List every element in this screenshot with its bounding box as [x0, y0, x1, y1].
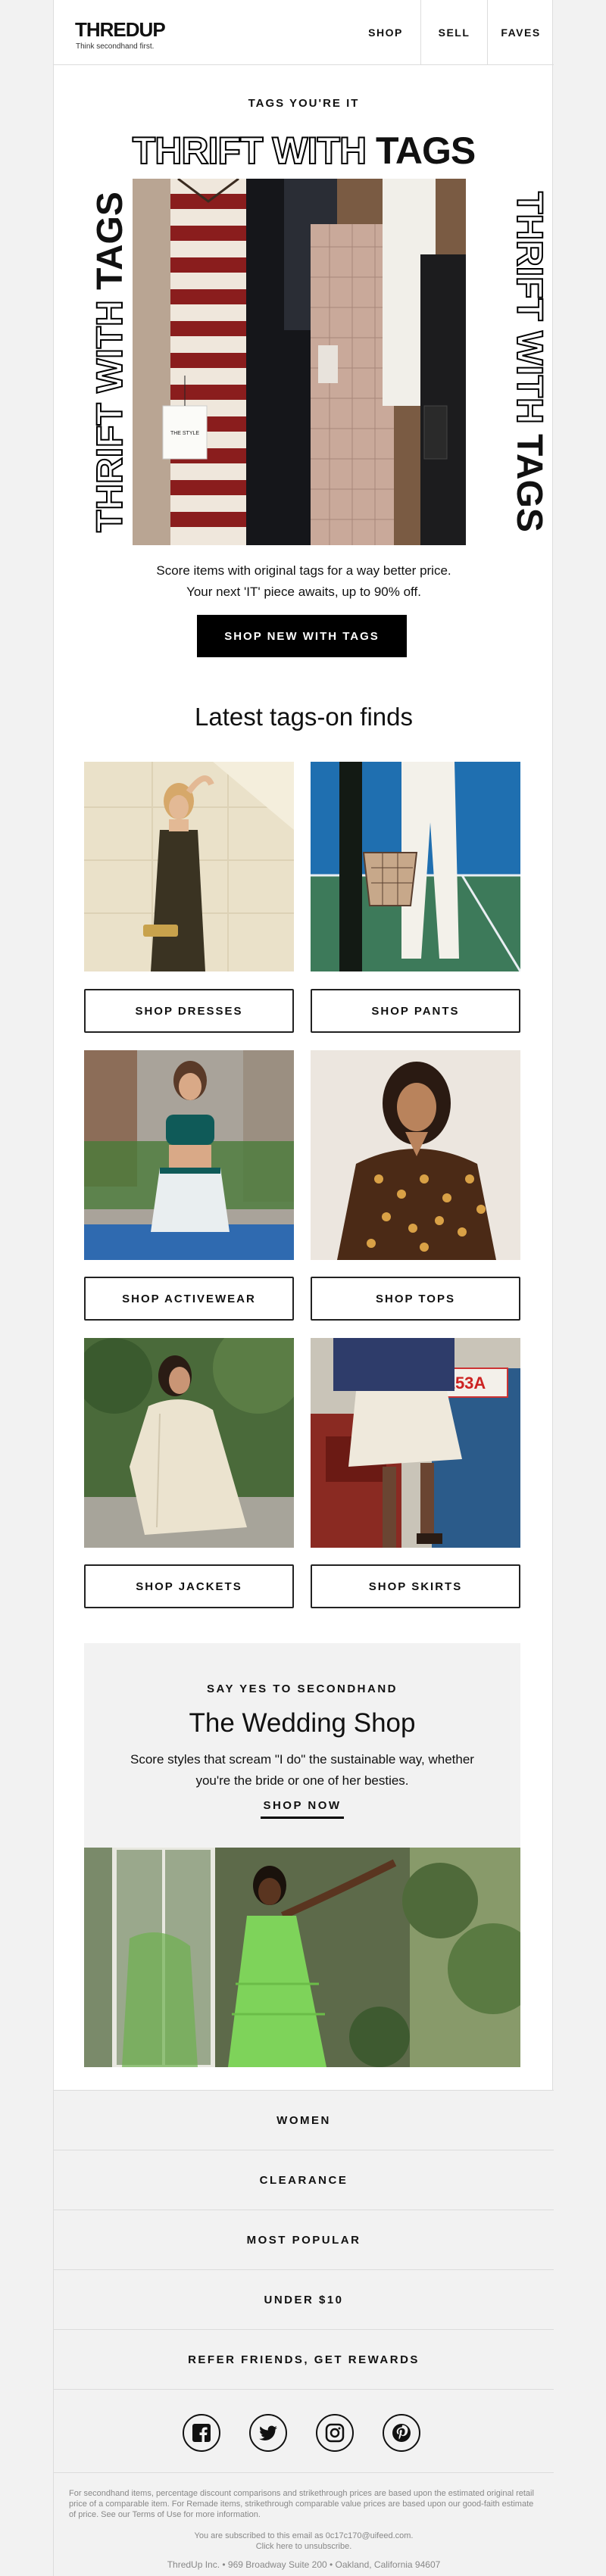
hero-side-text-left: THRIFT WITH TAGS: [89, 192, 131, 533]
footer-link-most-popular[interactable]: MOST POPULAR: [54, 2210, 554, 2269]
dresses-photo[interactable]: [84, 762, 294, 971]
subscribed-text: You are subscribed to this email as 0c17…: [194, 2531, 414, 2540]
tagline: Think secondhand first.: [76, 42, 155, 51]
shop-tops-button[interactable]: SHOP TOPS: [311, 1277, 520, 1321]
jackets-photo[interactable]: [84, 1338, 294, 1548]
shop-pants-button[interactable]: SHOP PANTS: [311, 989, 520, 1033]
twitter-icon[interactable]: [249, 2414, 287, 2452]
thredup-logo[interactable]: THREDUP: [75, 18, 166, 42]
hero-clothing-rack-photo[interactable]: THE STYLE: [133, 179, 466, 545]
tops-photo[interactable]: [311, 1050, 520, 1260]
pants-photo[interactable]: [311, 762, 520, 971]
shop-skirts-button[interactable]: SHOP SKIRTS: [311, 1564, 520, 1608]
social-bar: [54, 2389, 554, 2472]
nav-shop[interactable]: SHOP: [351, 0, 420, 64]
shop-activewear-button[interactable]: SHOP ACTIVEWEAR: [84, 1277, 294, 1321]
facebook-icon[interactable]: [183, 2414, 220, 2452]
hero-side-text-right: THRIFT WITH TAGS: [508, 191, 550, 532]
wedding-title: The Wedding Shop: [189, 1708, 416, 1738]
hero-title-solid: TAGS: [376, 129, 476, 172]
fine-print: For secondhand items, percentage discoun…: [54, 2472, 554, 2576]
unsubscribe-link[interactable]: Click here to unsubscribe.: [69, 2541, 539, 2552]
shop-dresses-button[interactable]: SHOP DRESSES: [84, 989, 294, 1033]
nav-sell[interactable]: SELL: [420, 0, 487, 64]
wedding-shop-now-link[interactable]: SHOP NOW: [261, 1799, 344, 1819]
footer-link-under-10[interactable]: UNDER $10: [54, 2269, 554, 2329]
pinterest-icon[interactable]: [383, 2414, 420, 2452]
header: THREDUP Think secondhand first. SHOP SEL…: [54, 0, 554, 65]
activewear-photo[interactable]: [84, 1050, 294, 1260]
top-nav: SHOP SELL FAVES: [351, 0, 554, 64]
shop-new-with-tags-button[interactable]: SHOP NEW WITH TAGS: [197, 615, 407, 657]
hero-title-outline: THRIFT WITH: [132, 129, 367, 173]
disclaimer-text: For secondhand items, percentage discoun…: [69, 2489, 534, 2519]
nav-faves[interactable]: FAVES: [487, 0, 554, 64]
email-container: THREDUP Think secondhand first. SHOP SEL…: [53, 0, 554, 2576]
instagram-icon[interactable]: [316, 2414, 354, 2452]
shop-jackets-button[interactable]: SHOP JACKETS: [84, 1564, 294, 1608]
hero-title: THRIFT WITH TAGS: [54, 129, 554, 173]
finds-title: Latest tags-on finds: [194, 703, 413, 731]
wedding-eyebrow: SAY YES TO SECONDHAND: [206, 1683, 398, 1695]
hero-copy: Score items with original tags for a way…: [156, 563, 451, 599]
footer-link-clearance[interactable]: CLEARANCE: [54, 2150, 554, 2210]
footer-link-women[interactable]: WOMEN: [54, 2090, 554, 2150]
hero-eyebrow: TAGS YOU'RE IT: [248, 97, 360, 110]
company-address: ThredUp Inc. • 969 Broadway Suite 200 • …: [167, 2559, 441, 2570]
wedding-copy: Score styles that scream "I do" the sust…: [130, 1752, 474, 1788]
skirts-photo[interactable]: 153A: [311, 1338, 520, 1548]
wedding-photo[interactable]: [84, 1848, 520, 2067]
footer-link-refer-friends[interactable]: REFER FRIENDS, GET REWARDS: [54, 2329, 554, 2389]
hang-tag-text: THE STYLE: [170, 431, 199, 436]
